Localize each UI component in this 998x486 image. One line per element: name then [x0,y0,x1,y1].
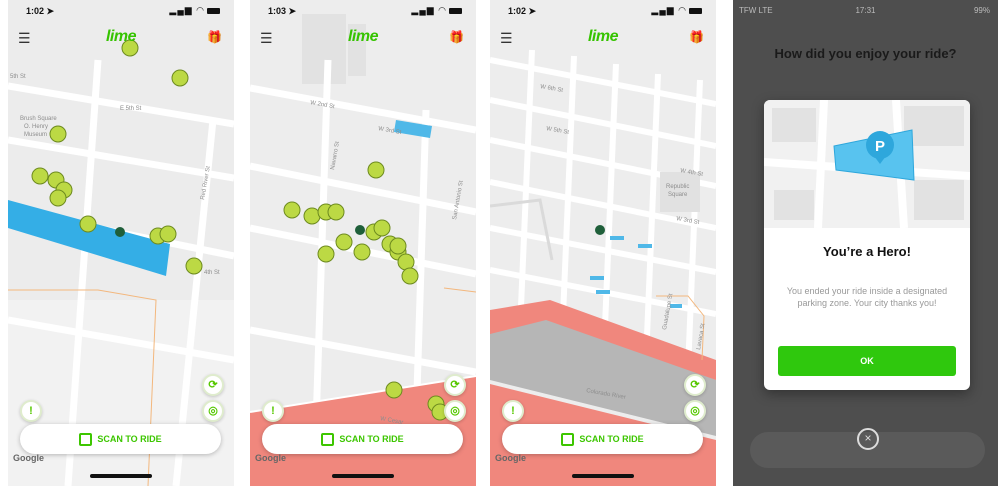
close-icon[interactable]: × [857,428,879,450]
map-view[interactable]: 5th St E 5th St Brush Square O. Henry Mu… [8,0,234,486]
phone-screen-3: W 6th St W 5th St W 4th St W 3rd St Repu… [490,0,716,486]
phone-screen-feedback: TFW LTE 17:31 99% How did you enjoy your… [733,0,998,486]
refresh-icon[interactable]: ⟳ [444,374,466,396]
qr-scan-icon [561,433,575,447]
signal-wifi-battery-icon: ▂▄▆ ◠ [411,5,462,16]
map-view[interactable]: W 6th St W 5th St W 4th St W 3rd St Repu… [490,0,716,486]
locate-icon[interactable]: ◎ [202,400,224,422]
home-indicator[interactable] [572,474,634,478]
signal-wifi-battery-icon: ▂▄▆ ◠ [169,5,220,16]
refresh-icon[interactable]: ⟳ [684,374,706,396]
lime-logo: lime [347,28,379,45]
map-view[interactable]: W 3rd St W 2nd St Navarro St San Antonio… [250,0,476,486]
modal-title: You’re a Hero! [823,244,911,259]
locate-icon[interactable]: ◎ [684,400,706,422]
scan-label: SCAN TO RIDE [339,434,404,444]
google-logo: Google [13,453,44,463]
clock: 17:31 [855,6,876,15]
map-label: O. Henry [24,124,48,130]
app-header: ☰ lime 🎁 [490,26,716,52]
status-bar: 1:03 ➤ ▂▄▆ ◠ [250,0,476,20]
map-label: 4th St [204,270,220,276]
gift-icon[interactable]: 🎁 [449,30,464,44]
scan-label: SCAN TO RIDE [579,434,644,444]
ok-button[interactable]: OK [778,346,956,376]
gift-icon[interactable]: 🎁 [207,30,222,44]
map-label: Square [668,192,688,198]
qr-scan-icon [79,433,93,447]
phone-screen-2: W 3rd St W 2nd St Navarro St San Antonio… [250,0,476,486]
clock: 1:03 ➤ [268,6,297,16]
clock: 1:02 ➤ [26,6,55,16]
map-label: Museum [24,132,47,138]
locate-icon[interactable]: ◎ [444,400,466,422]
parking-icon: P [875,138,885,155]
map-label: Republic [666,184,689,190]
map-label: E 5th St [120,106,142,112]
signal-wifi-battery-icon: ▂▄▆ ◠ [651,5,702,16]
modal-body: You ended your ride inside a designated … [786,286,948,308]
lime-logo: lime [587,28,619,45]
report-icon[interactable]: ! [502,400,524,422]
battery-level: 99% [973,6,990,15]
clock: 1:02 ➤ [508,6,537,16]
status-bar: TFW LTE 17:31 99% [733,0,998,20]
map-label: 5th St [10,74,26,80]
lime-logo: lime [105,28,137,45]
report-icon[interactable]: ! [20,400,42,422]
scan-label: SCAN TO RIDE [97,434,162,444]
app-header: ☰ lime 🎁 [8,26,234,52]
qr-scan-icon [321,433,335,447]
gift-icon[interactable]: 🎁 [689,30,704,44]
hero-modal: P You’re a Hero! You ended your ride ins… [764,100,970,390]
report-icon[interactable]: ! [262,400,284,422]
google-logo: Google [255,453,286,463]
google-logo: Google [495,453,526,463]
scan-to-ride-button[interactable]: SCAN TO RIDE [20,424,221,454]
home-indicator[interactable] [90,474,152,478]
parking-map-illustration: P [764,100,970,229]
status-bar: 1:02 ➤ ▂▄▆ ◠ [490,0,716,20]
rating-question: How did you enjoy your ride? [774,46,957,61]
phone-screen-1: 5th St E 5th St Brush Square O. Henry Mu… [8,0,234,486]
refresh-icon[interactable]: ⟳ [202,374,224,396]
app-header: ☰ lime 🎁 [250,26,476,52]
scan-to-ride-button[interactable]: SCAN TO RIDE [502,424,703,454]
map-label: Brush Square [20,116,57,122]
home-indicator[interactable] [332,474,394,478]
scan-to-ride-button[interactable]: SCAN TO RIDE [262,424,463,454]
status-bar: 1:02 ➤ ▂▄▆ ◠ [8,0,234,20]
